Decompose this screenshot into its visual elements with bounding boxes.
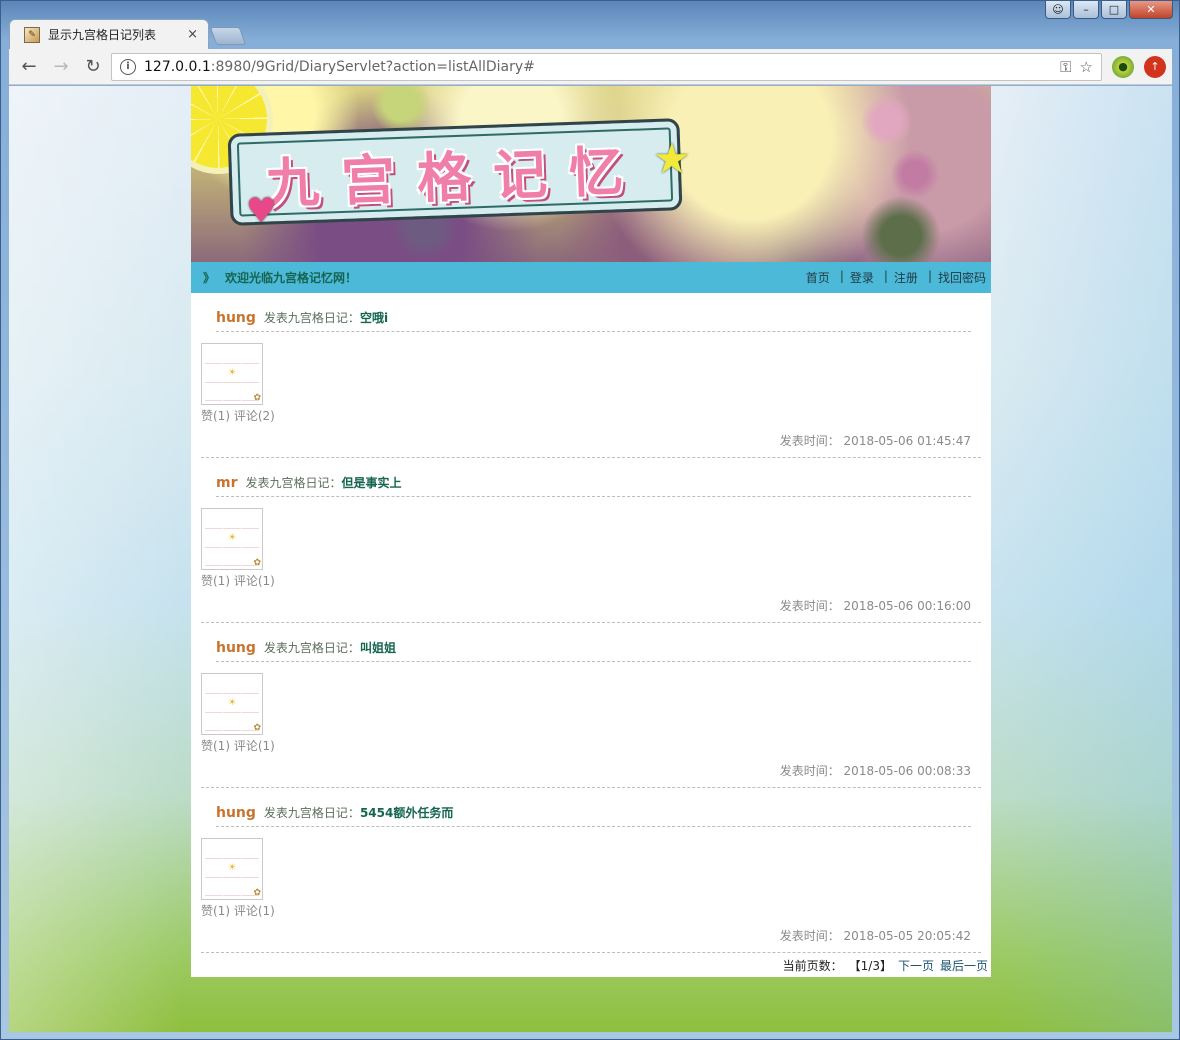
diary-caption: 发表九宫格日记：5454额外任务而 bbox=[263, 806, 454, 820]
tab-strip: ✎ 显示九宫格日记列表 × bbox=[9, 19, 247, 49]
diary-thumbnail[interactable]: ☀ ✿ bbox=[201, 508, 263, 570]
diary-caption: 发表九宫格日记：叫姐姐 bbox=[263, 641, 396, 655]
address-bar[interactable]: i 127.0.0.1:8980/9Grid/DiaryServlet?acti… bbox=[111, 52, 1102, 81]
logo-text: 九宫格记忆 bbox=[264, 138, 647, 216]
nav-links: 首页 | 登录 | 注册 | 找回密码 bbox=[806, 269, 986, 286]
diary-thumbnail[interactable]: ☀ ✿ bbox=[201, 343, 263, 405]
new-tab-button[interactable] bbox=[209, 27, 247, 45]
diary-header: mr 发表九宫格日记：但是事实上 bbox=[216, 458, 971, 497]
diary-author[interactable]: hung bbox=[216, 805, 256, 821]
heart-icon: ♥ bbox=[246, 191, 277, 231]
diary-title[interactable]: 5454额外任务而 bbox=[360, 806, 453, 820]
star-icon[interactable]: ☆ bbox=[1080, 58, 1093, 76]
info-icon[interactable]: i bbox=[120, 58, 136, 75]
diary-title[interactable]: 但是事实上 bbox=[342, 476, 402, 490]
diary-header: hung 发表九宫格日记：空哦i bbox=[216, 293, 971, 332]
nav-separator: | bbox=[839, 269, 844, 283]
page-container: 九宫格记忆 ♥ ★ 》 欢迎光临九宫格记忆网！ 首页 | 登录 | 注册 | 找… bbox=[191, 86, 991, 977]
welcome-message: 》 欢迎光临九宫格记忆网！ bbox=[203, 269, 357, 286]
star-decoration-icon: ★ bbox=[653, 134, 691, 183]
diary-time: 发表时间： 2018-05-05 20:05:42 bbox=[779, 929, 971, 943]
page-viewport: 九宫格记忆 ♥ ★ 》 欢迎光临九宫格记忆网！ 首页 | 登录 | 注册 | 找… bbox=[9, 86, 1172, 1032]
diary-time: 发表时间： 2018-05-06 01:45:47 bbox=[779, 434, 971, 448]
diary-author[interactable]: hung bbox=[216, 640, 256, 656]
diary-caption: 发表九宫格日记：但是事实上 bbox=[245, 476, 402, 490]
diary-stats[interactable]: 赞(1) 评论(1) bbox=[201, 902, 981, 919]
diary-item: hung 发表九宫格日记：空哦i ☀ ✿ 赞(1) 评论(2) 发表时间： 20… bbox=[191, 293, 991, 458]
maximize-button[interactable]: □ bbox=[1101, 1, 1127, 19]
diary-stats[interactable]: 赞(1) 评论(1) bbox=[201, 572, 981, 589]
nav-login-link[interactable]: 登录 bbox=[850, 269, 874, 286]
browser-window: ☺ – □ ✕ ✎ 显示九宫格日记列表 × ← → ↻ i 127.0.0.1:… bbox=[0, 0, 1180, 1040]
nav-forgot-password-link[interactable]: 找回密码 bbox=[938, 269, 986, 286]
reload-icon[interactable]: ↻ bbox=[79, 53, 107, 81]
diary-thumbnail[interactable]: ☀ ✿ bbox=[201, 838, 263, 900]
diary-stats[interactable]: 赞(1) 评论(2) bbox=[201, 407, 981, 424]
flowers-image bbox=[831, 86, 971, 262]
nav-separator: | bbox=[927, 269, 932, 283]
browser-tab[interactable]: ✎ 显示九宫格日记列表 × bbox=[9, 19, 209, 49]
diary-header: hung 发表九宫格日记：叫姐姐 bbox=[216, 623, 971, 662]
banner: 九宫格记忆 ♥ ★ bbox=[191, 86, 991, 262]
tab-title: 显示九宫格日记列表 bbox=[48, 28, 157, 42]
extension-icon[interactable]: ● bbox=[1112, 55, 1134, 78]
diary-stats[interactable]: 赞(1) 评论(1) bbox=[201, 737, 981, 754]
update-icon[interactable]: ↑ bbox=[1144, 55, 1166, 78]
divider bbox=[201, 952, 981, 953]
diary-time: 发表时间： 2018-05-06 00:16:00 bbox=[779, 599, 971, 613]
pagination: 当前页数： 【1/3】 下一页 最后一页 bbox=[783, 957, 988, 974]
next-page-link[interactable]: 下一页 bbox=[898, 957, 934, 974]
minimize-button[interactable]: – bbox=[1073, 1, 1099, 19]
site-logo: 九宫格记忆 bbox=[227, 118, 683, 226]
diary-item: hung 发表九宫格日记：叫姐姐 ☀ ✿ 赞(1) 评论(1) 发表时间： 20… bbox=[191, 623, 991, 788]
browser-toolbar: ← → ↻ i 127.0.0.1:8980/9Grid/DiaryServle… bbox=[9, 49, 1172, 85]
diary-item: hung 发表九宫格日记：5454额外任务而 ☀ ✿ 赞(1) 评论(1) 发表… bbox=[191, 788, 991, 953]
diary-title[interactable]: 空哦i bbox=[360, 311, 388, 325]
diary-author[interactable]: mr bbox=[216, 475, 238, 491]
diary-header: hung 发表九宫格日记：5454额外任务而 bbox=[216, 788, 971, 827]
page-current: 【1/3】 bbox=[848, 959, 892, 973]
diary-title[interactable]: 叫姐姐 bbox=[360, 641, 396, 655]
welcome-text: 欢迎光临九宫格记忆网！ bbox=[225, 271, 358, 285]
close-window-button[interactable]: ✕ bbox=[1129, 1, 1173, 19]
last-page-link[interactable]: 最后一页 bbox=[940, 957, 988, 974]
page-label: 当前页数： bbox=[782, 959, 843, 973]
diary-item: mr 发表九宫格日记：但是事实上 ☀ ✿ 赞(1) 评论(1) 发表时间： 20… bbox=[191, 458, 991, 623]
nav-home-link[interactable]: 首页 bbox=[806, 269, 830, 286]
back-icon[interactable]: ← bbox=[15, 53, 43, 81]
url-text[interactable]: 127.0.0.1:8980/9Grid/DiaryServlet?action… bbox=[144, 59, 1052, 75]
diary-caption: 发表九宫格日记：空哦i bbox=[263, 311, 389, 325]
diary-time: 发表时间： 2018-05-06 00:08:33 bbox=[779, 764, 971, 778]
nav-separator: | bbox=[883, 269, 888, 283]
window-controls: ☺ – □ ✕ bbox=[1045, 1, 1173, 19]
key-icon[interactable]: ⚿ bbox=[1060, 58, 1071, 76]
nav-register-link[interactable]: 注册 bbox=[894, 269, 918, 286]
navbar: 》 欢迎光临九宫格记忆网！ 首页 | 登录 | 注册 | 找回密码 bbox=[191, 262, 991, 293]
user-icon[interactable]: ☺ bbox=[1045, 1, 1071, 19]
diary-author[interactable]: hung bbox=[216, 310, 256, 326]
diary-thumbnail[interactable]: ☀ ✿ bbox=[201, 673, 263, 735]
favicon-icon: ✎ bbox=[24, 26, 40, 43]
forward-icon[interactable]: → bbox=[47, 53, 75, 81]
welcome-arrow-icon: 》 bbox=[203, 271, 216, 285]
tab-close-icon[interactable]: × bbox=[187, 27, 198, 42]
